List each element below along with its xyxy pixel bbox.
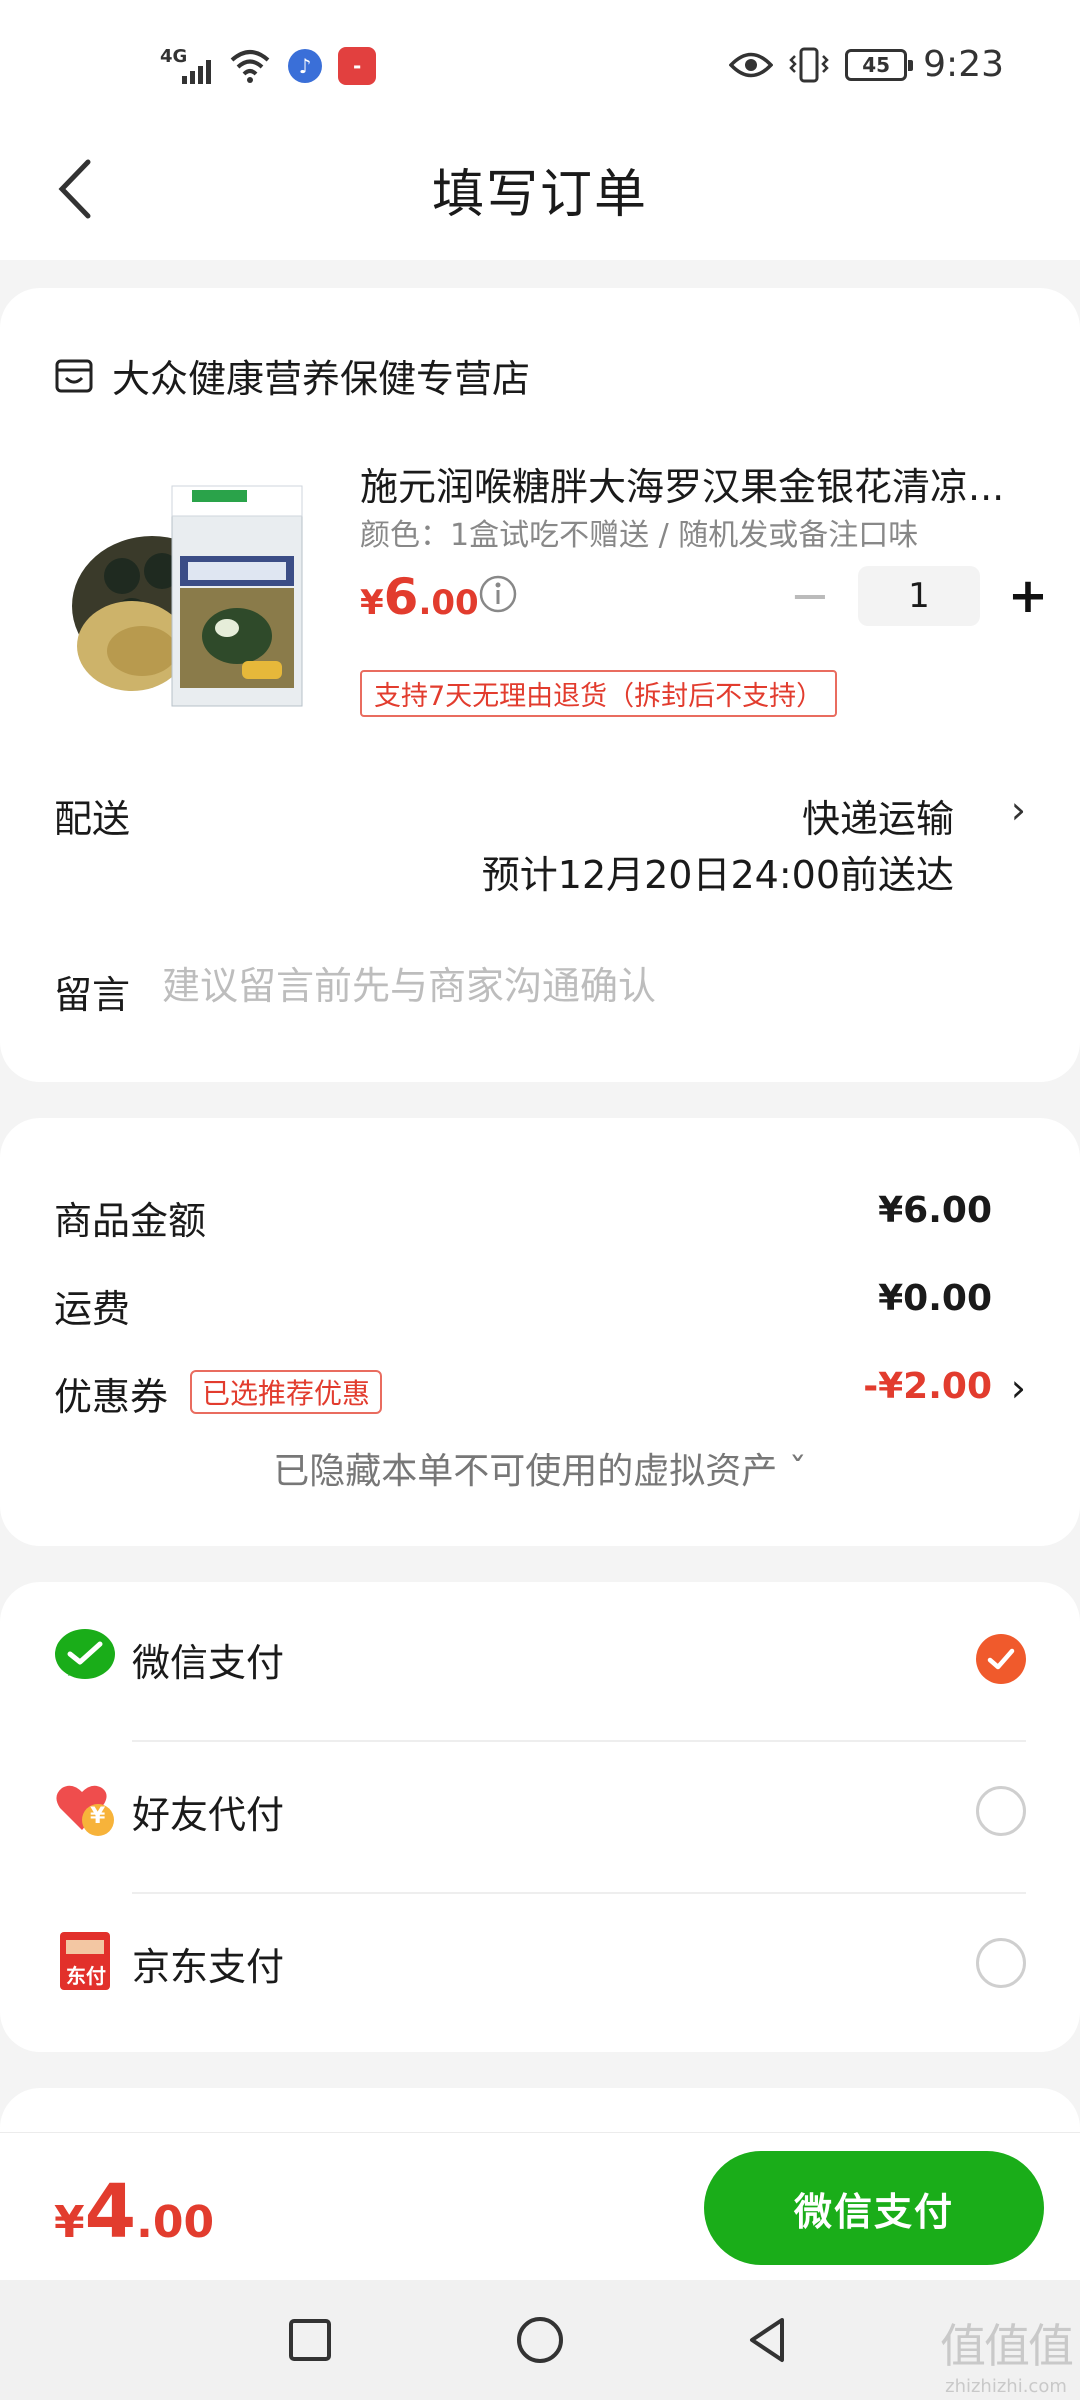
recents-button[interactable]: [278, 2308, 342, 2372]
shipping-fee-row: 运费 ¥0.00: [54, 1278, 1026, 1338]
coupon-chevron-icon[interactable]: ›: [1011, 1366, 1026, 1410]
price-currency: ¥: [360, 583, 384, 623]
page-title: 填写订单: [431, 165, 648, 225]
return-policy-badge: 支持7天无理由退货（拆封后不支持）: [360, 670, 838, 717]
total-decimal: .00: [136, 2197, 215, 2248]
note-label: 留言: [54, 973, 131, 1017]
shipping-eta: 预计12月20日24:00前送达: [481, 853, 954, 897]
shipping-label: 配送: [54, 797, 131, 841]
status-left: 4G ♪ ▬: [160, 46, 376, 86]
eye-icon: [729, 52, 774, 77]
friend-pay-icon: ¥: [54, 1778, 116, 1840]
watermark-site: zhizhizhi.com: [945, 2376, 1067, 2397]
order-item-card: 大众健康营养保健专营店 施元润喉糖胖大海罗汉果金银花清凉... 颜色：1盒试吃不…: [0, 288, 1080, 1082]
status-right: 45 9:23: [729, 44, 1004, 85]
store-row[interactable]: 大众健康营养保健专营店: [54, 348, 530, 403]
quantity-value[interactable]: 1: [858, 566, 980, 626]
wifi-icon: [228, 46, 272, 86]
payment-option-jd[interactable]: 东付 京东支付: [0, 1886, 1080, 2036]
jd-pay-text: 东付: [66, 1964, 106, 1988]
shipping-fee-value: ¥0.00: [878, 1278, 992, 1319]
coupon-row[interactable]: 优惠券 已选推荐优惠 -¥2.00 ›: [54, 1366, 1026, 1426]
shipping-chevron-icon[interactable]: ›: [1011, 788, 1026, 832]
payment-option-wechat[interactable]: 微信支付: [0, 1582, 1080, 1732]
wechat-pay-icon: [54, 1626, 116, 1688]
price-integer: 6: [383, 568, 419, 626]
store-name: 大众健康营养保健专营店: [112, 357, 531, 401]
total-currency: ¥: [54, 2197, 85, 2248]
product-spec[interactable]: 颜色：1盒试吃不赠送 / 随机发或备注口味: [360, 510, 918, 554]
jd-pay-label: 京东支付: [132, 1945, 285, 1989]
watermark-glyph: 值值值: [940, 2319, 1074, 2373]
price-info-icon[interactable]: [478, 574, 518, 614]
note-input[interactable]: [162, 958, 1022, 1014]
coupon-badge: 已选推荐优惠: [190, 1370, 383, 1414]
wechat-pay-radio[interactable]: [976, 1634, 1026, 1684]
checkout-bar: ¥ 4 .00 微信支付: [0, 2132, 1080, 2280]
quantity-plus-button[interactable]: +: [998, 566, 1058, 626]
jd-pay-radio[interactable]: [976, 1938, 1026, 1988]
checkmark-icon: [987, 1648, 1015, 1670]
back-nav-button[interactable]: [736, 2308, 800, 2372]
shipping-method[interactable]: 快递运输: [802, 788, 954, 843]
quantity-stepper: − 1 +: [780, 566, 1058, 626]
product-title[interactable]: 施元润喉糖胖大海罗汉果金银花清凉...: [360, 456, 1040, 511]
total-integer: 4: [84, 2169, 137, 2255]
subtotal-value: ¥6.00: [878, 1190, 992, 1231]
wechat-pay-label: 微信支付: [132, 1641, 285, 1685]
status-bar: 4G ♪ ▬ 45 9:23: [0, 0, 1080, 130]
payment-method-card: 微信支付 ¥ 好友代付 东付 京东支付: [0, 1582, 1080, 2052]
total-amount: ¥ 4 .00: [54, 2169, 214, 2255]
signal-icon: 4G: [160, 46, 212, 86]
triangle-back-icon: [750, 2318, 784, 2362]
product-price: ¥ 6 .00: [360, 568, 479, 626]
product-image[interactable]: [62, 456, 314, 716]
circle-icon: [517, 2317, 563, 2363]
store-icon: [55, 359, 93, 392]
friend-pay-radio[interactable]: [976, 1786, 1026, 1836]
system-nav-bar: 值值值 zhizhizhi.com: [0, 2280, 1080, 2400]
vibrate-icon: [789, 47, 829, 82]
battery-icon: 45: [845, 48, 914, 81]
friend-pay-yen: ¥: [90, 1804, 106, 1829]
quantity-minus-button[interactable]: −: [780, 566, 840, 626]
payment-option-friend[interactable]: ¥ 好友代付: [0, 1734, 1080, 1884]
shipping-fee-label: 运费: [54, 1287, 131, 1331]
subtotal-label: 商品金额: [54, 1199, 207, 1243]
jd-pay-icon: 东付: [54, 1930, 116, 1992]
music-app-icon: ♪: [288, 49, 322, 83]
hidden-assets-toggle[interactable]: 已隐藏本单不可使用的虚拟资产 ˇ: [0, 1442, 1080, 1494]
watermark: 值值值 zhizhizhi.com: [940, 2310, 1074, 2397]
coupon-value[interactable]: -¥2.00: [863, 1366, 992, 1407]
coupon-label: 优惠券: [54, 1375, 169, 1419]
clock: 9:23: [923, 44, 1004, 85]
price-decimal: .00: [418, 583, 479, 623]
submit-payment-button[interactable]: 微信支付: [704, 2151, 1044, 2265]
friend-pay-label: 好友代付: [132, 1793, 285, 1837]
page-header: 填写订单: [0, 130, 1080, 260]
home-button[interactable]: [508, 2308, 572, 2372]
subtotal-row: 商品金额 ¥6.00: [54, 1190, 1026, 1250]
huawei-app-icon: ▬: [338, 47, 376, 85]
price-summary-card: 商品金额 ¥6.00 运费 ¥0.00 优惠券 已选推荐优惠 -¥2.00 › …: [0, 1118, 1080, 1546]
square-icon: [289, 2319, 331, 2361]
